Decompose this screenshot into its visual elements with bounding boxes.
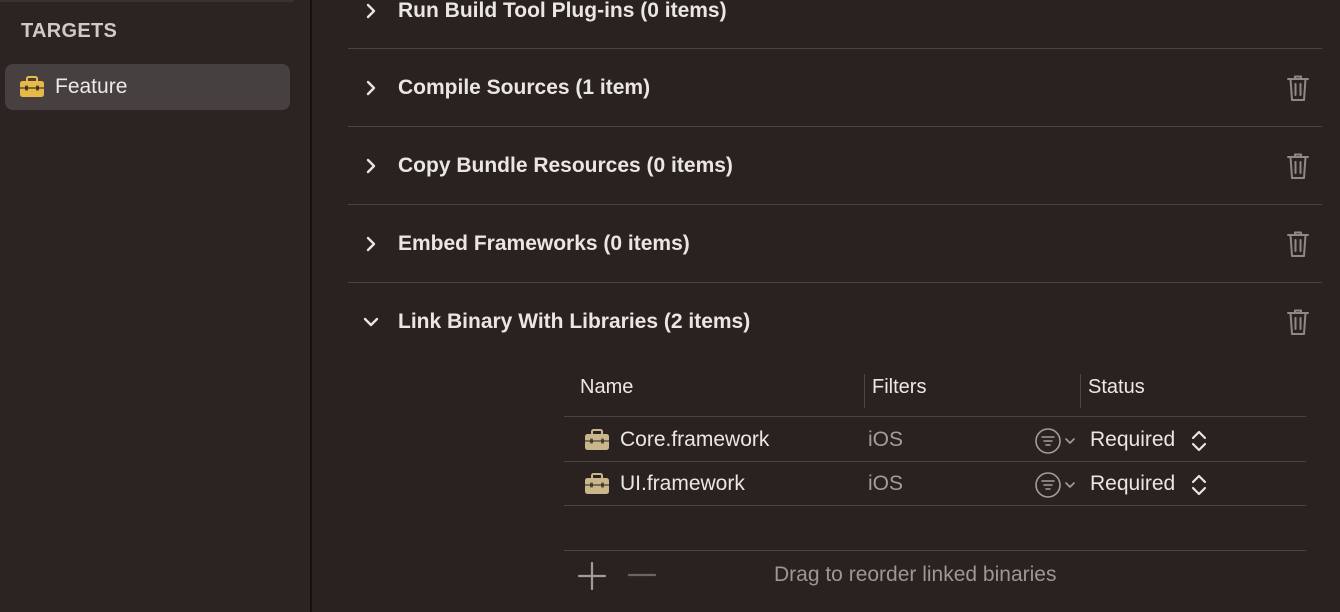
column-divider: [1080, 374, 1081, 408]
filter-menu-icon[interactable]: [1034, 428, 1078, 454]
library-filter: iOS: [868, 472, 904, 495]
phase-copy-bundle-resources: Copy Bundle Resources (0 items): [348, 127, 1322, 205]
phase-title[interactable]: Embed Frameworks (0 items): [398, 232, 690, 256]
sidebar-divider: [310, 0, 312, 612]
phase-run-build-tool-plugins: Run Build Tool Plug-ins (0 items): [348, 0, 1322, 50]
sidebar-top-divider: [0, 0, 294, 2]
remove-icon: [627, 561, 657, 596]
phase-title[interactable]: Run Build Tool Plug-ins (0 items): [398, 0, 727, 23]
toolbox-icon: [584, 473, 610, 495]
table-row-divider: [564, 505, 1306, 506]
column-header-filters[interactable]: Filters: [872, 376, 926, 399]
trash-icon[interactable]: [1286, 127, 1310, 205]
phase-title[interactable]: Link Binary With Libraries (2 items): [398, 310, 750, 334]
column-divider: [864, 374, 865, 408]
chevron-right-icon[interactable]: [362, 49, 380, 127]
filter-menu-icon[interactable]: [1034, 472, 1078, 498]
phase-title[interactable]: Compile Sources (1 item): [398, 76, 650, 100]
trash-icon[interactable]: [1286, 49, 1310, 127]
toolbox-icon: [19, 76, 45, 98]
chevron-up-down-icon[interactable]: [1190, 472, 1208, 503]
chevron-right-icon[interactable]: [362, 205, 380, 283]
phase-link-binary-with-libraries: Link Binary With Libraries (2 items): [348, 283, 1322, 361]
toolbox-icon: [584, 429, 610, 451]
reorder-hint: Drag to reorder linked binaries: [774, 563, 1057, 586]
phase-title[interactable]: Copy Bundle Resources (0 items): [398, 154, 733, 178]
sidebar-item-feature[interactable]: Feature: [5, 64, 290, 110]
sidebar-item-label: Feature: [55, 75, 128, 98]
trash-icon[interactable]: [1286, 205, 1310, 283]
chevron-up-down-icon[interactable]: [1190, 428, 1208, 459]
table-header-divider: [564, 416, 1306, 417]
library-status[interactable]: Required: [1090, 428, 1175, 452]
targets-header: TARGETS: [21, 20, 118, 42]
add-icon[interactable]: [577, 561, 607, 596]
library-name: Core.framework: [620, 428, 770, 451]
table-footer-divider: [564, 550, 1306, 551]
phase-compile-sources: Compile Sources (1 item): [348, 49, 1322, 127]
column-header-status[interactable]: Status: [1088, 376, 1145, 399]
trash-icon[interactable]: [1286, 283, 1310, 361]
chevron-down-icon[interactable]: [362, 283, 380, 361]
column-header-name[interactable]: Name: [580, 376, 633, 399]
chevron-right-icon[interactable]: [362, 127, 380, 205]
chevron-right-icon[interactable]: [362, 0, 380, 50]
library-name: UI.framework: [620, 472, 745, 495]
table-row-divider: [564, 461, 1306, 462]
phase-embed-frameworks: Embed Frameworks (0 items): [348, 205, 1322, 283]
sidebar: TARGETS Feature: [0, 0, 310, 612]
library-status[interactable]: Required: [1090, 472, 1175, 496]
library-filter: iOS: [868, 428, 904, 451]
